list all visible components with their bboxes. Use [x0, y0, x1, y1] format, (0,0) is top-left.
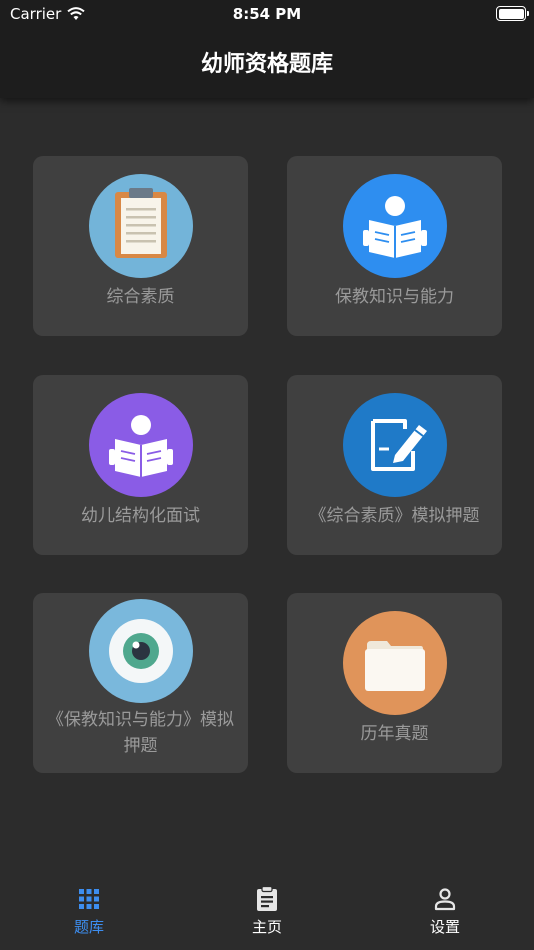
tab-settings[interactable]: 设置	[385, 886, 505, 937]
clipboard-icon	[89, 174, 193, 278]
tab-label: 题库	[73, 918, 104, 936]
card-label: 《保教知识与能力》模拟押题	[47, 710, 234, 756]
tab-home[interactable]: 主页	[207, 886, 327, 937]
reader-icon	[343, 174, 447, 278]
app-header: Carrier 8:54 PM 幼师资格题库	[0, 0, 534, 98]
folder-icon	[343, 611, 447, 715]
status-time: 8:54 PM	[232, 5, 302, 23]
status-bar: Carrier 8:54 PM	[0, 0, 534, 28]
card-label: 历年真题	[360, 724, 429, 744]
battery-icon	[496, 6, 529, 21]
card-label: 幼儿结构化面试	[81, 506, 200, 526]
tab-bar: 题库 主页 设置	[0, 872, 534, 950]
card-mock-comprehensive[interactable]: 《综合素质》模拟押题	[287, 375, 502, 555]
grid-icon	[29, 886, 149, 912]
card-mock-care-education[interactable]: 《保教知识与能力》模拟押题	[33, 593, 248, 773]
edit-document-icon	[343, 393, 447, 497]
card-label: 《综合素质》模拟押题	[309, 506, 480, 526]
tab-question-bank[interactable]: 题库	[29, 886, 149, 937]
card-comprehensive-quality[interactable]: 综合素质	[33, 156, 248, 336]
reader-icon	[89, 393, 193, 497]
card-label: 保教知识与能力	[335, 287, 454, 307]
card-past-exams[interactable]: 历年真题	[287, 593, 502, 773]
tab-label: 主页	[251, 918, 282, 936]
clipboard-list-icon	[207, 886, 327, 912]
person-icon	[385, 886, 505, 912]
category-grid: 综合素质 保教知识与能力 幼儿结构化面试 《综合素质》模拟押题 《保教知识与能力…	[0, 0, 534, 860]
card-label: 综合素质	[106, 287, 175, 307]
card-care-education[interactable]: 保教知识与能力	[287, 156, 502, 336]
eye-icon	[89, 599, 193, 703]
page-title: 幼师资格题库	[200, 52, 333, 77]
card-structured-interview[interactable]: 幼儿结构化面试	[33, 375, 248, 555]
tab-label: 设置	[429, 918, 460, 936]
